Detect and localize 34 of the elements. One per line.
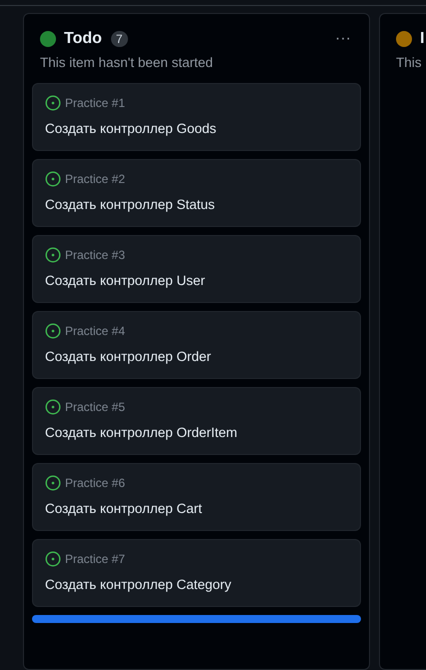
issue-card[interactable]: Practice #5 Создать контроллер OrderItem (32, 387, 361, 455)
column-description: This (395, 55, 423, 70)
open-issue-icon (45, 247, 61, 263)
repo-label: Practice #3 (65, 248, 126, 262)
card-title: Создать контроллер Status (45, 197, 216, 212)
card-title: Создать контроллер Goods (45, 121, 218, 136)
issue-card[interactable]: Practice #7 Создать контроллер Category (32, 539, 361, 607)
open-issue-icon (45, 399, 61, 415)
card-title: Создать контроллер Order (45, 349, 212, 364)
issue-card[interactable]: Practice #6 Создать контроллер Cart (32, 463, 361, 531)
open-issue-icon (45, 171, 61, 187)
repo-label: Practice #7 (65, 552, 126, 566)
card-title: Создать контроллер Cart (45, 501, 204, 516)
issue-card[interactable]: Practice #3 Создать контроллер User (32, 235, 361, 303)
column-description: This item hasn't been started (39, 55, 214, 70)
issue-card[interactable]: Practice #4 Создать контроллер Order (32, 311, 361, 379)
repo-label: Practice #5 (65, 400, 126, 414)
issue-card[interactable]: Practice #2 Создать контроллер Status (32, 159, 361, 227)
open-issue-icon (45, 323, 61, 339)
repo-label: Practice #1 (65, 96, 126, 110)
card-title: Создать контроллер OrderItem (45, 425, 238, 440)
open-issue-icon (45, 95, 61, 111)
open-issue-icon (45, 551, 61, 567)
card-title: Создать контроллер Category (45, 577, 232, 592)
issue-card[interactable]: Practice #1 Создать контроллер Goods (32, 83, 361, 151)
card-title: Создать контроллер User (45, 273, 206, 288)
more-button[interactable]: ··· (329, 30, 357, 48)
item-count: 7 (110, 31, 128, 47)
open-issue-icon (45, 475, 61, 491)
column-title: Todo (64, 30, 102, 48)
column-title: I (420, 30, 424, 48)
repo-label: Practice #6 (65, 476, 126, 490)
repo-label: Practice #4 (65, 324, 126, 338)
repo-label: Practice #2 (65, 172, 126, 186)
